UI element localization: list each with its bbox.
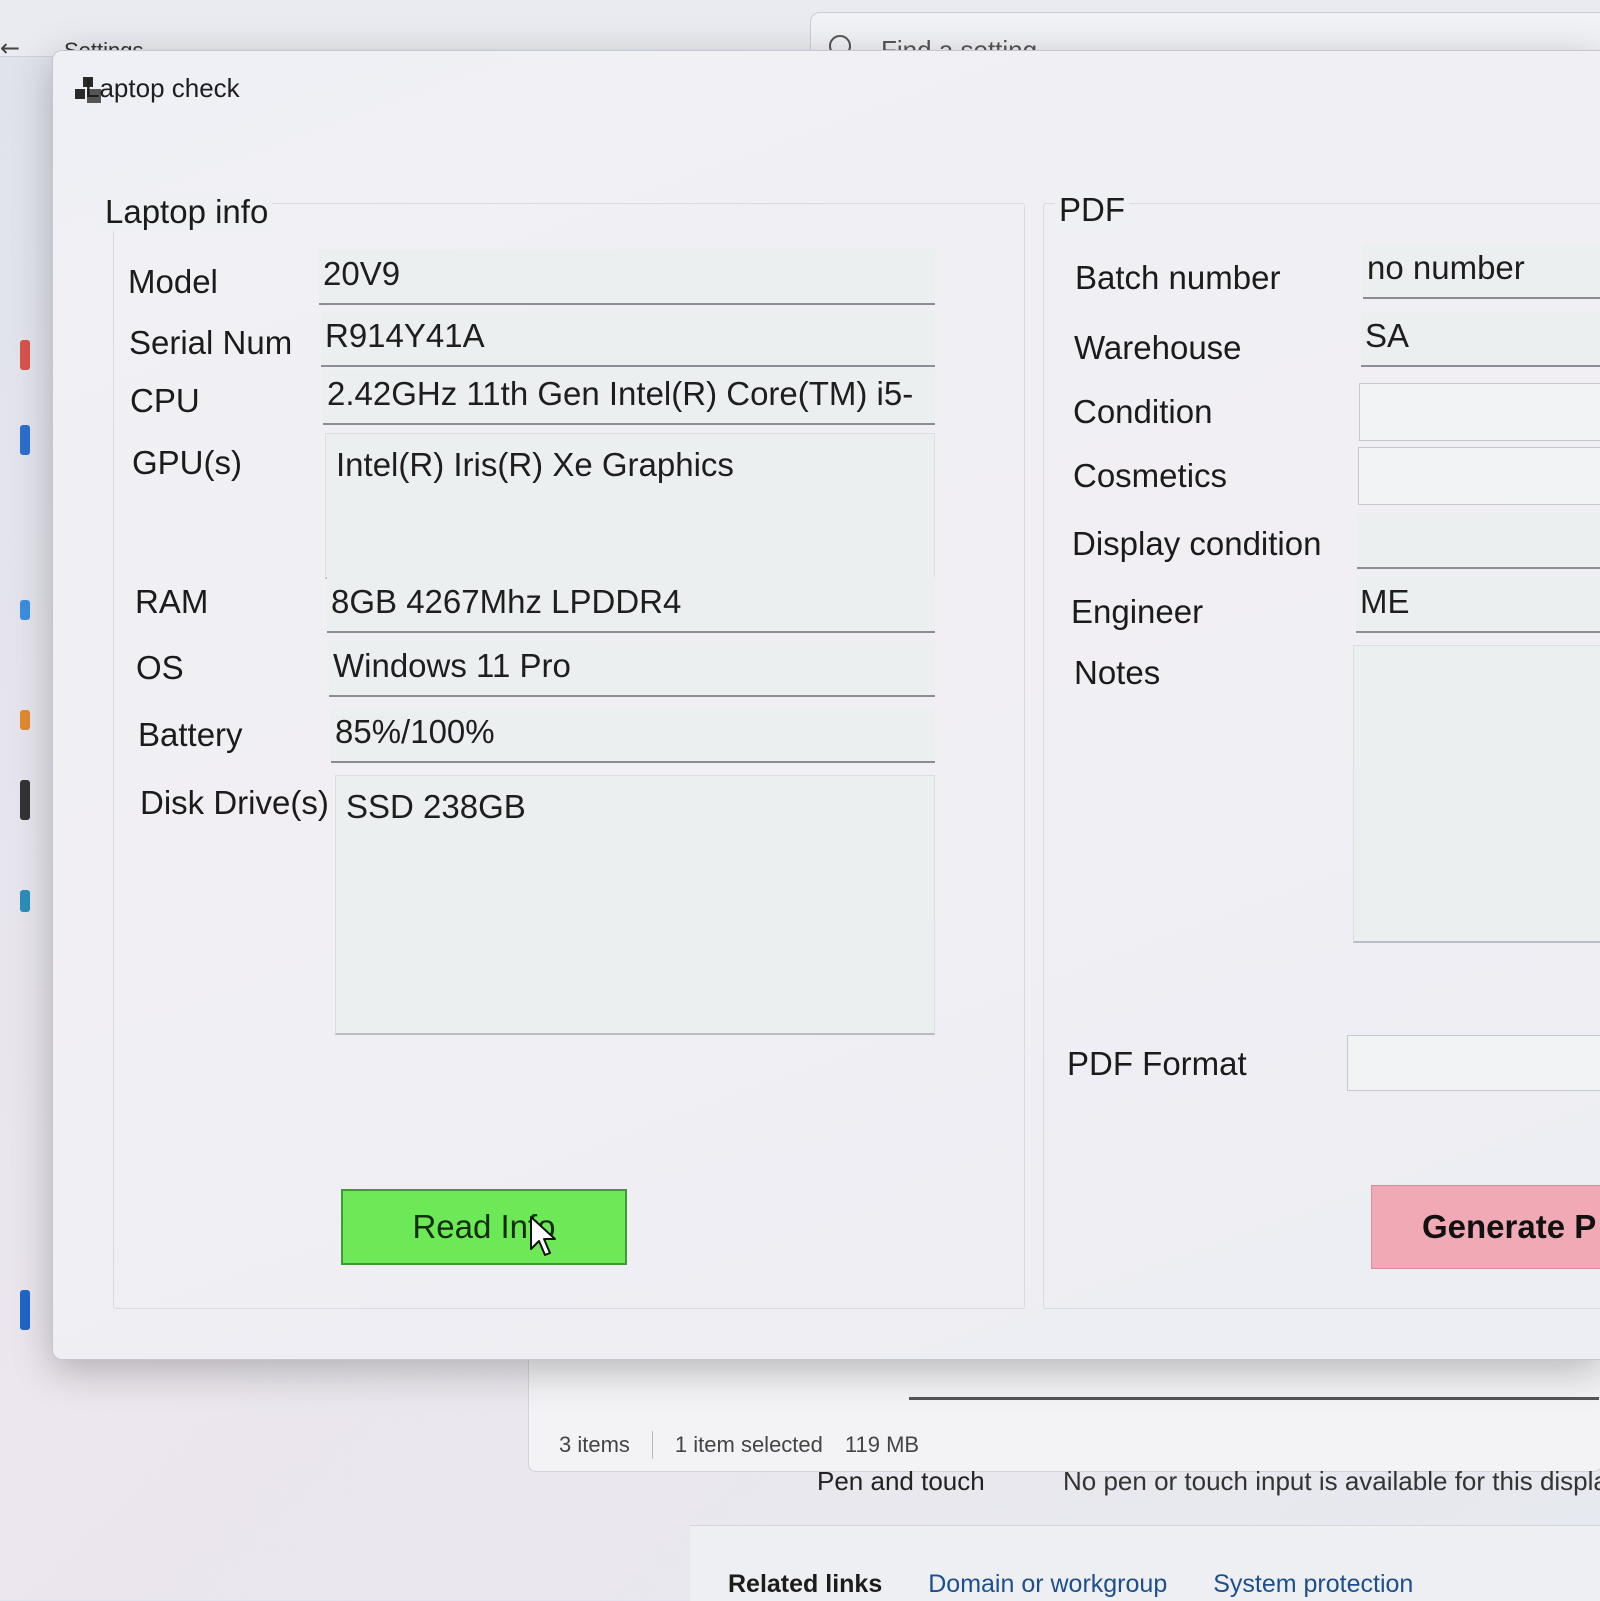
related-links-title: Related links	[728, 1570, 883, 1598]
pen-touch-value: No pen or touch input is available for t…	[1063, 1466, 1600, 1496]
gpu-field[interactable]: Intel(R) Iris(R) Xe Graphics	[325, 433, 935, 579]
display-condition-field[interactable]	[1357, 513, 1600, 569]
pdf-format-field[interactable]	[1347, 1035, 1600, 1091]
sidebar-icon-blue-3[interactable]	[20, 1290, 30, 1330]
link-domain-or-workgroup[interactable]: Domain or workgroup	[928, 1570, 1167, 1599]
explorer-status-bar: 3 items 1 item selected 119 MB	[559, 1431, 919, 1459]
ram-field[interactable]: 8GB 4267Mhz LPDDR4	[327, 577, 935, 633]
sidebar-icon-red[interactable]	[20, 340, 30, 370]
cpu-label: CPU	[130, 382, 200, 419]
status-selection: 1 item selected	[674, 1432, 823, 1457]
pdf-format-label: PDF Format	[1067, 1045, 1247, 1082]
cosmetics-field[interactable]	[1358, 447, 1600, 505]
notes-label: Notes	[1074, 654, 1161, 691]
laptop-info-group-title: Laptop info	[101, 193, 273, 231]
read-info-button[interactable]: Read Info	[341, 1189, 627, 1265]
back-arrow-icon[interactable]: ←	[0, 34, 20, 62]
os-label: OS	[136, 649, 184, 686]
window-title: Laptop check	[85, 73, 240, 103]
warehouse-label: Warehouse	[1074, 329, 1242, 366]
generate-pdf-button[interactable]: Generate P	[1371, 1185, 1600, 1269]
mouse-pointer-icon	[530, 1216, 556, 1256]
settings-window-titlebar: ← Settings Find a setting	[0, 0, 1600, 74]
display-condition-label: Display condition	[1072, 525, 1322, 562]
sidebar-icon-blue-2[interactable]	[20, 600, 30, 620]
os-field[interactable]: Windows 11 Pro	[329, 641, 935, 697]
pdf-group-title: PDF	[1055, 191, 1129, 229]
cpu-field[interactable]: 2.42GHz 11th Gen Intel(R) Core(TM) i5-	[323, 369, 935, 425]
serial-num-field[interactable]: R914Y41A	[321, 311, 935, 367]
status-size: 119 MB	[844, 1432, 920, 1457]
disk-drives-field[interactable]: SSD 238GB	[335, 775, 935, 1035]
condition-field[interactable]	[1359, 383, 1600, 441]
battery-label: Battery	[138, 716, 243, 753]
condition-label: Condition	[1073, 393, 1213, 430]
sidebar-icon-dark[interactable]	[20, 780, 30, 820]
engineer-field[interactable]: ME	[1356, 577, 1600, 633]
status-item-count: 3 items	[559, 1432, 630, 1457]
serial-num-label: Serial Num	[129, 324, 293, 361]
ram-label: RAM	[135, 583, 209, 620]
disk-drives-label: Disk Drive(s)	[140, 784, 329, 821]
related-links-bar: Related links Domain or workgroup System…	[690, 1525, 1600, 1601]
status-separator	[651, 1431, 653, 1459]
batch-number-label: Batch number	[1075, 259, 1281, 296]
laptop-check-window: Laptop check Laptop info Model 20V9 Seri…	[52, 50, 1600, 1360]
cosmetics-label: Cosmetics	[1073, 457, 1228, 494]
notes-field[interactable]	[1353, 645, 1600, 943]
sidebar-icon-blue[interactable]	[20, 425, 30, 455]
gpu-label: GPU(s)	[132, 444, 242, 481]
model-field[interactable]: 20V9	[319, 249, 935, 305]
batch-number-field[interactable]: no number	[1363, 243, 1600, 299]
horizontal-scrollbar[interactable]	[909, 1397, 1599, 1400]
sidebar-icon-teal[interactable]	[20, 890, 30, 912]
model-label: Model	[128, 263, 218, 300]
warehouse-field[interactable]: SA	[1361, 311, 1600, 367]
link-system-protection[interactable]: System protection	[1213, 1570, 1413, 1599]
battery-field[interactable]: 85%/100%	[331, 707, 935, 763]
engineer-label: Engineer	[1071, 593, 1204, 630]
pen-touch-label: Pen and touch	[817, 1466, 985, 1496]
sidebar-icon-orange[interactable]	[20, 710, 30, 730]
